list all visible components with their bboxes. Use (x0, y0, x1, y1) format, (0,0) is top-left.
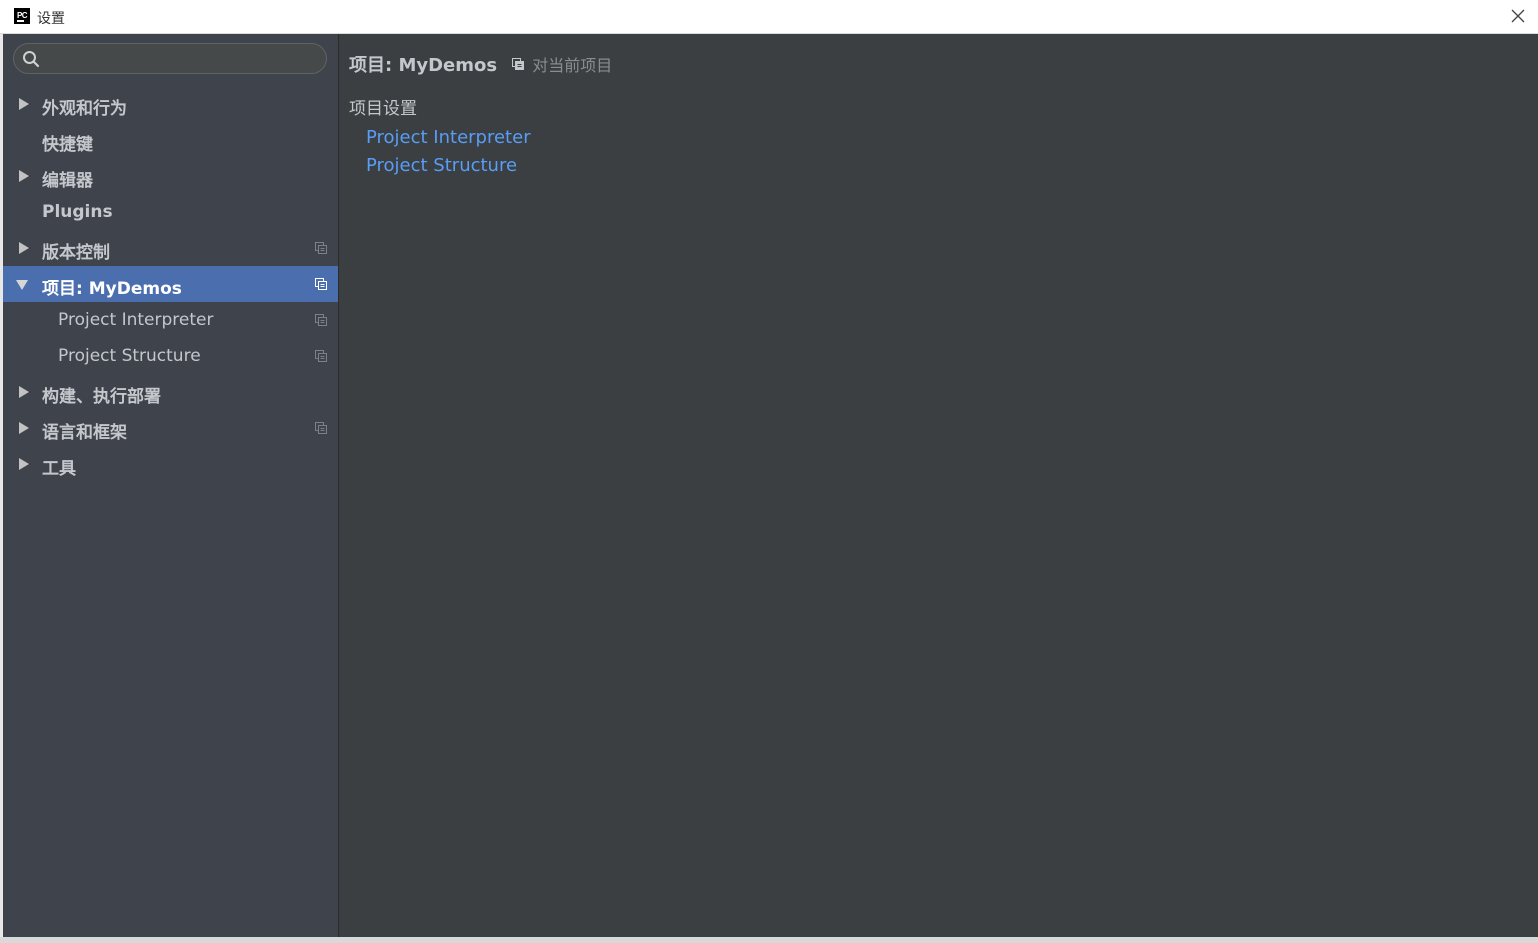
sidebar-item-keymap[interactable]: 快捷键 (3, 122, 338, 158)
settings-sidebar: 外观和行为 快捷键 编辑器 Plugins 版本控制 项目: MyDemos P… (3, 34, 338, 937)
sidebar-item-tools[interactable]: 工具 (3, 446, 338, 482)
sidebar-item-plugins[interactable]: Plugins (3, 194, 338, 230)
sidebar-item-editor[interactable]: 编辑器 (3, 158, 338, 194)
sidebar-item-version-control[interactable]: 版本控制 (3, 230, 338, 266)
section-title: 项目设置 (349, 99, 417, 119)
expand-arrow-icon[interactable] (19, 170, 29, 182)
search-icon (23, 51, 40, 68)
link-project-structure[interactable]: Project Structure (366, 155, 517, 176)
sidebar-item-languages-frameworks[interactable]: 语言和框架 (3, 410, 338, 446)
sidebar-item-label: Plugins (42, 202, 113, 222)
collapse-arrow-icon[interactable] (16, 280, 28, 290)
close-button[interactable] (1508, 6, 1528, 26)
title-bar: PC 设置 (0, 0, 1538, 34)
project-scope-icon (315, 242, 327, 254)
expand-arrow-icon[interactable] (19, 98, 29, 110)
expand-arrow-icon[interactable] (19, 458, 29, 470)
project-scope-icon (315, 278, 327, 290)
sidebar-item-label: 项目: MyDemos (42, 279, 182, 299)
sidebar-item-label: 快捷键 (42, 135, 93, 155)
close-icon (1511, 9, 1525, 23)
settings-content-panel: 项目: MyDemos 对当前项目 项目设置 Project Interpret… (339, 34, 1538, 937)
scope-label: 对当前项目 (532, 56, 613, 75)
sidebar-item-appearance[interactable]: 外观和行为 (3, 86, 338, 122)
project-scope-icon (315, 314, 327, 326)
window-bottom-edge (0, 937, 1538, 943)
page-header: 项目: MyDemos 对当前项目 (349, 51, 612, 77)
sidebar-item-label: Project Structure (58, 346, 201, 366)
expand-arrow-icon[interactable] (19, 242, 29, 254)
project-scope-icon (315, 422, 327, 434)
sidebar-item-build-execution-deployment[interactable]: 构建、执行部署 (3, 374, 338, 410)
sidebar-item-label: 版本控制 (42, 243, 110, 263)
sidebar-item-label: Project Interpreter (58, 310, 214, 330)
page-title: 项目: MyDemos (349, 55, 498, 76)
sidebar-item-label: 编辑器 (42, 171, 93, 191)
sidebar-item-label: 构建、执行部署 (42, 387, 161, 407)
sidebar-item-project-interpreter[interactable]: Project Interpreter (3, 302, 338, 338)
link-project-interpreter[interactable]: Project Interpreter (366, 127, 531, 148)
project-scope-icon (512, 58, 525, 70)
sidebar-item-label: 语言和框架 (42, 423, 127, 443)
expand-arrow-icon[interactable] (19, 422, 29, 434)
sidebar-item-label: 外观和行为 (42, 99, 127, 119)
sidebar-item-label: 工具 (42, 459, 76, 479)
project-scope-icon (315, 350, 327, 362)
sidebar-item-project-structure[interactable]: Project Structure (3, 338, 338, 374)
search-box[interactable] (13, 43, 327, 74)
expand-arrow-icon[interactable] (19, 386, 29, 398)
pycharm-app-icon: PC (14, 8, 30, 24)
sidebar-item-project[interactable]: 项目: MyDemos (3, 266, 338, 302)
search-input[interactable] (46, 47, 320, 72)
window-title: 设置 (37, 10, 65, 26)
